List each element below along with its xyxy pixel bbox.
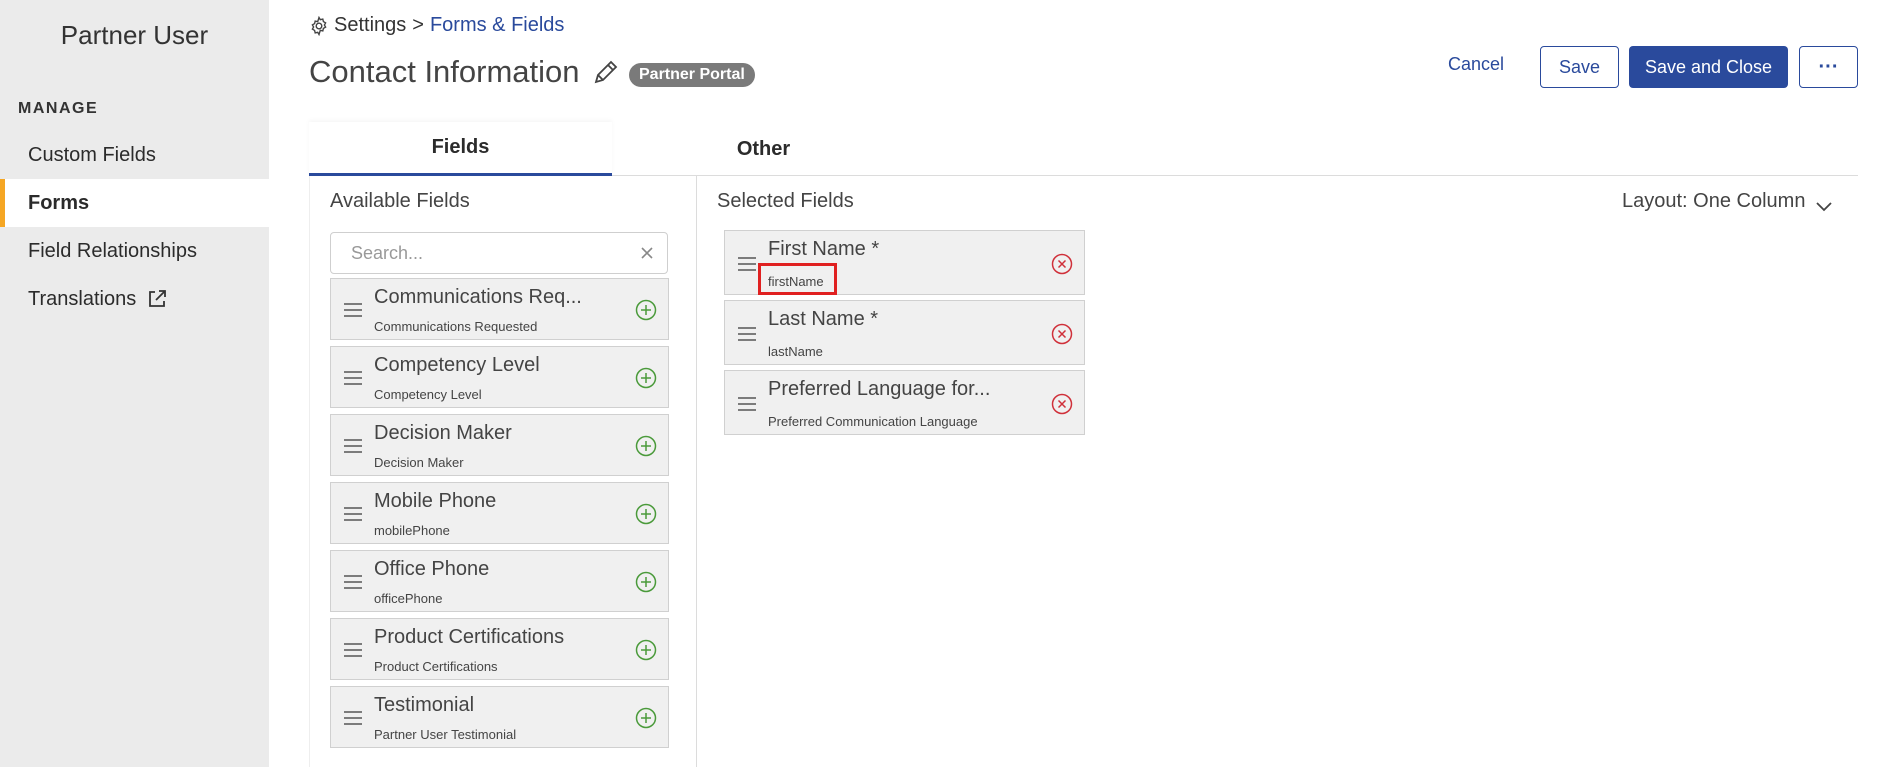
available-field-card[interactable]: Product Certifications Product Certificat… xyxy=(330,618,669,680)
add-icon[interactable] xyxy=(635,435,657,457)
field-name: Last Name * xyxy=(768,308,879,330)
field-name: Testimonial xyxy=(374,694,475,716)
available-field-card[interactable]: Office Phone officePhone xyxy=(330,550,669,612)
field-api-name: lastName xyxy=(768,344,823,359)
sidebar-item-forms[interactable]: Forms xyxy=(0,179,269,227)
field-api-name: firstName xyxy=(768,274,824,289)
add-icon[interactable] xyxy=(635,639,657,661)
breadcrumb-settings[interactable]: Settings xyxy=(334,14,406,37)
field-name: Decision Maker xyxy=(374,422,512,444)
remove-icon[interactable] xyxy=(1051,393,1073,415)
tab-bar: Fields Other xyxy=(309,122,1858,176)
add-icon[interactable] xyxy=(635,299,657,321)
available-field-card[interactable]: Communications Req... Communications Requ… xyxy=(330,278,669,340)
more-options-button[interactable]: ··· xyxy=(1799,46,1858,88)
close-icon[interactable] xyxy=(639,245,655,261)
remove-icon[interactable] xyxy=(1051,323,1073,345)
field-api-name: Decision Maker xyxy=(374,455,464,470)
layout-select-label: Layout: One Column xyxy=(1622,190,1806,212)
field-api-name: mobilePhone xyxy=(374,523,450,538)
available-field-card[interactable]: Decision Maker Decision Maker xyxy=(330,414,669,476)
sidebar-item-label: Forms xyxy=(28,191,90,214)
add-icon[interactable] xyxy=(635,707,657,729)
sidebar-item-translations[interactable]: Translations xyxy=(0,275,269,323)
field-api-name: Competency Level xyxy=(374,387,482,402)
field-name: Product Certifications xyxy=(374,626,565,648)
cancel-button[interactable]: Cancel xyxy=(1448,54,1504,75)
drag-handle-icon[interactable] xyxy=(343,506,363,522)
page-title: Contact Information xyxy=(309,54,622,90)
field-api-name: Product Certifications xyxy=(374,659,498,674)
gear-icon xyxy=(309,15,329,36)
chevron-down-icon xyxy=(1815,196,1833,211)
sidebar-item-label: Custom Fields xyxy=(28,143,156,166)
drag-handle-icon[interactable] xyxy=(343,710,363,726)
sidebar: Partner User MANAGE Custom Fields Forms … xyxy=(0,0,269,767)
add-icon[interactable] xyxy=(635,503,657,525)
add-icon[interactable] xyxy=(635,571,657,593)
drag-handle-icon[interactable] xyxy=(737,326,757,342)
field-name: First Name * xyxy=(768,238,880,260)
field-api-name: Communications Requested xyxy=(374,319,538,334)
available-field-card[interactable]: Testimonial Partner User Testimonial xyxy=(330,686,669,748)
selected-field-card[interactable]: Preferred Language for... Preferred Commu… xyxy=(724,370,1085,435)
partner-portal-badge: Partner Portal xyxy=(629,63,755,87)
breadcrumb-separator: > xyxy=(412,14,424,36)
app-title: Partner User xyxy=(60,20,209,50)
page-title-text: Contact Information xyxy=(309,54,580,89)
section-label-manage: MANAGE xyxy=(18,100,99,117)
save-button[interactable]: Save xyxy=(1540,46,1619,88)
layout-select[interactable]: Layout: One Column xyxy=(1622,190,1833,213)
field-name: Preferred Language for... xyxy=(768,378,991,400)
remove-icon[interactable] xyxy=(1051,253,1073,275)
field-name: Office Phone xyxy=(374,558,490,580)
tab-fields[interactable]: Fields xyxy=(309,122,612,176)
selected-field-card[interactable]: Last Name * lastName xyxy=(724,300,1085,365)
drag-handle-icon[interactable] xyxy=(343,642,363,658)
field-name: Mobile Phone xyxy=(374,490,497,512)
breadcrumb-forms-fields[interactable]: Forms & Fields xyxy=(430,14,564,37)
search-input[interactable] xyxy=(351,242,639,264)
drag-handle-icon[interactable] xyxy=(343,438,363,454)
breadcrumb: Settings > Forms & Fields xyxy=(309,14,564,37)
drag-handle-icon[interactable] xyxy=(343,574,363,590)
available-fields-title: Available Fields xyxy=(330,190,470,212)
selected-field-card[interactable]: First Name * firstName xyxy=(724,230,1085,295)
drag-handle-icon[interactable] xyxy=(737,256,757,272)
available-field-card[interactable]: Competency Level Competency Level xyxy=(330,346,669,408)
field-api-name: Partner User Testimonial xyxy=(374,727,517,742)
field-api-name: Preferred Communication Language xyxy=(768,414,978,429)
add-icon[interactable] xyxy=(635,367,657,389)
search-box xyxy=(330,232,668,274)
save-and-close-button[interactable]: Save and Close xyxy=(1629,46,1788,88)
sidebar-item-field-relationships[interactable]: Field Relationships xyxy=(0,227,269,275)
field-name: Communications Req... xyxy=(374,286,582,308)
selected-fields-title: Selected Fields xyxy=(717,190,854,212)
drag-handle-icon[interactable] xyxy=(343,370,363,386)
field-api-name: officePhone xyxy=(374,591,443,606)
drag-handle-icon[interactable] xyxy=(343,302,363,318)
drag-handle-icon[interactable] xyxy=(737,396,757,412)
available-field-card[interactable]: Mobile Phone mobilePhone xyxy=(330,482,669,544)
field-name: Competency Level xyxy=(374,354,540,376)
sidebar-item-label: Field Relationships xyxy=(28,239,197,262)
pencil-icon[interactable] xyxy=(590,56,622,88)
external-link-icon xyxy=(146,288,168,310)
tab-other[interactable]: Other xyxy=(612,122,915,176)
sidebar-item-custom-fields[interactable]: Custom Fields xyxy=(0,131,269,179)
sidebar-item-label: Translations xyxy=(28,287,137,310)
